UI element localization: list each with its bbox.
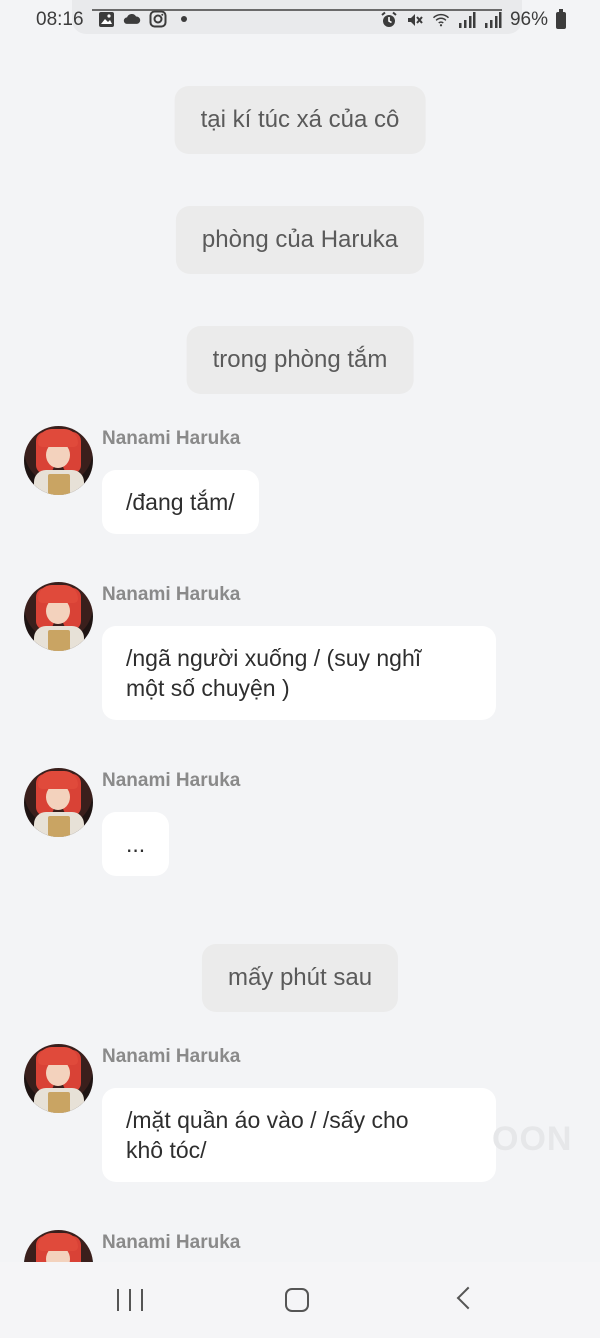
message-bubble[interactable]: /mặt quần áo vào / /sấy cho khô tóc/ xyxy=(102,1088,496,1182)
battery-icon xyxy=(556,8,566,29)
back-icon[interactable] xyxy=(456,1286,480,1310)
image-icon xyxy=(97,10,115,28)
message-line: ... xyxy=(126,831,146,857)
mute-icon xyxy=(406,11,424,29)
sender-name: Nanami Haruka xyxy=(102,770,241,791)
navigation-bar xyxy=(0,1262,600,1338)
avatar[interactable] xyxy=(24,582,93,651)
narration-pill: tại kí túc xá của cô xyxy=(174,86,426,154)
alarm-icon xyxy=(380,11,398,29)
narration-pill: phòng của Haruka xyxy=(175,206,425,274)
message-line: khô tóc/ xyxy=(126,1137,207,1163)
message-line: /ngã người xuống / (suy nghĩ xyxy=(126,645,422,671)
signal-icon xyxy=(484,11,502,29)
message-bubble[interactable]: /ngã người xuống / (suy nghĩ một số chuy… xyxy=(102,626,496,720)
avatar[interactable] xyxy=(24,426,93,495)
message-line: một số chuyện ) xyxy=(126,675,290,701)
battery-percent: 96% xyxy=(509,9,548,30)
watermark: OON xyxy=(492,1120,573,1158)
cloud-icon xyxy=(123,10,141,28)
avatar[interactable] xyxy=(24,1044,93,1113)
status-bar: 08:16 96% xyxy=(0,0,600,40)
recent-apps-icon[interactable] xyxy=(117,1289,143,1311)
sender-name: Nanami Haruka xyxy=(102,584,241,605)
narration-pill: mấy phút sau xyxy=(201,944,399,1012)
message-bubble[interactable]: ... xyxy=(102,812,170,876)
sender-name: Nanami Haruka xyxy=(102,1046,241,1067)
sender-name: Nanami Haruka xyxy=(102,428,241,449)
wifi-icon xyxy=(432,11,450,29)
narration-pill: trong phòng tắm xyxy=(186,326,414,394)
signal-icon xyxy=(458,11,476,29)
avatar[interactable] xyxy=(24,768,93,837)
status-time: 08:16 xyxy=(36,9,84,30)
message-bubble[interactable]: /đang tắm/ xyxy=(102,470,259,534)
home-icon[interactable] xyxy=(285,1288,309,1312)
message-line: /mặt quần áo vào / /sấy cho xyxy=(126,1107,409,1133)
sender-name: Nanami Haruka xyxy=(102,1232,241,1253)
instagram-icon xyxy=(149,10,167,28)
dot-icon xyxy=(175,10,193,28)
message-line: /đang tắm/ xyxy=(126,489,235,515)
